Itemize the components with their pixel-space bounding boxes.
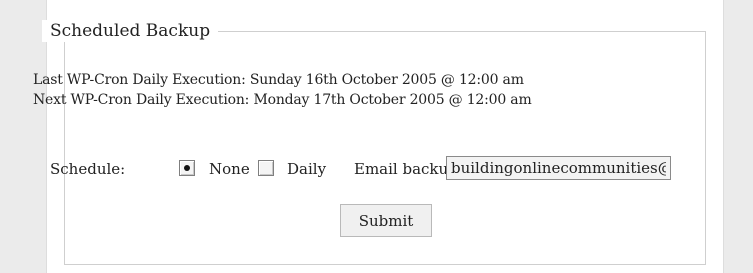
fieldset-legend: Scheduled Backup [42, 20, 219, 42]
schedule-label: Schedule: [50, 160, 126, 178]
next-cron-execution: Next WP-Cron Daily Execution: Monday 17t… [33, 91, 532, 109]
schedule-daily-radio[interactable] [258, 160, 274, 176]
last-cron-label: Last WP-Cron Daily Execution: [33, 72, 246, 88]
radio-selected-dot [184, 165, 190, 171]
schedule-none-radio[interactable] [179, 160, 195, 176]
schedule-daily-label: Daily [287, 160, 327, 178]
email-input[interactable] [446, 156, 671, 180]
schedule-none-label: None [209, 160, 250, 178]
submit-button[interactable]: Submit [340, 204, 432, 237]
last-cron-value: Sunday 16th October 2005 @ 12:00 am [249, 72, 524, 88]
last-cron-execution: Last WP-Cron Daily Execution: Sunday 16t… [33, 71, 524, 89]
next-cron-label: Next WP-Cron Daily Execution: [33, 92, 250, 108]
next-cron-value: Monday 17th October 2005 @ 12:00 am [253, 92, 532, 108]
